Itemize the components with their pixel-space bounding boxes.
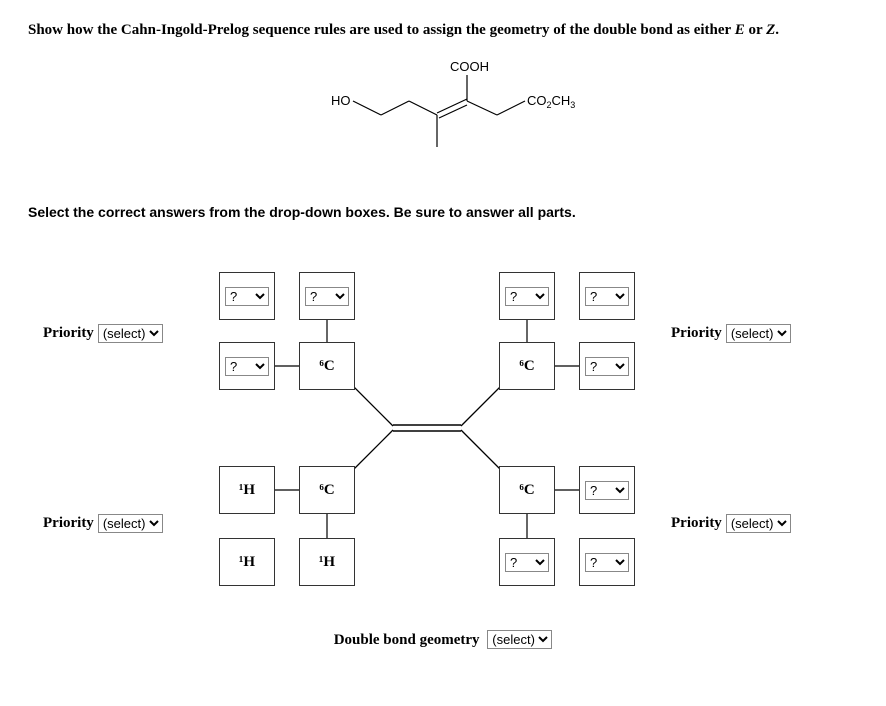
- select-br-lower[interactable]: ?: [505, 553, 549, 572]
- geometry-row: Double bond geometry (select): [28, 630, 858, 649]
- geometry-label: Double bond geometry: [334, 632, 480, 648]
- select-br-lower-right[interactable]: ?: [585, 553, 629, 572]
- carbon-box-br: ⁶C: [499, 466, 555, 514]
- h-box-bl-side: ¹H: [219, 466, 275, 514]
- z-label: Z: [766, 22, 775, 38]
- priority-label-tl: Priority: [43, 325, 94, 342]
- priority-label-bl: Priority: [43, 515, 94, 532]
- select-br-side[interactable]: ?: [585, 481, 629, 500]
- dropdown-box-br-lower[interactable]: ?: [499, 538, 555, 586]
- priority-top-left: Priority (select): [43, 324, 163, 343]
- carbon-box-tr: ⁶C: [499, 342, 555, 390]
- dropdown-box-tr-side[interactable]: ?: [579, 342, 635, 390]
- e-label: E: [735, 22, 745, 38]
- or-text: or: [745, 22, 766, 38]
- molecule-structure: COOH HO CO2CH3: [28, 59, 858, 174]
- carbon-box-tl: ⁶C: [299, 342, 355, 390]
- priority-select-tr[interactable]: (select): [726, 324, 791, 343]
- select-tr-upper-right[interactable]: ?: [585, 287, 629, 306]
- geometry-select[interactable]: (select): [487, 630, 552, 649]
- priority-select-tl[interactable]: (select): [98, 324, 163, 343]
- dropdown-box-tr-upper[interactable]: ?: [499, 272, 555, 320]
- select-tr-upper[interactable]: ?: [505, 287, 549, 306]
- period: .: [775, 22, 779, 38]
- priority-top-right: Priority (select): [671, 324, 791, 343]
- dropdown-box-br-lower-right[interactable]: ?: [579, 538, 635, 586]
- priority-bottom-right: Priority (select): [671, 514, 791, 533]
- h-box-bl-lower-left: ¹H: [219, 538, 275, 586]
- instruction-text: Select the correct answers from the drop…: [28, 204, 858, 220]
- priority-label-tr: Priority: [671, 325, 722, 342]
- label-cooh: COOH: [450, 59, 489, 74]
- select-tl-upper[interactable]: ?: [305, 287, 349, 306]
- question-text: Show how the Cahn-Ingold-Prelog sequence…: [28, 20, 858, 41]
- select-tl-side[interactable]: ?: [225, 357, 269, 376]
- dropdown-box-tl-upper-left[interactable]: ?: [219, 272, 275, 320]
- label-ho: HO: [331, 93, 351, 108]
- question-prefix: Show how the Cahn-Ingold-Prelog sequence…: [28, 22, 735, 38]
- bond-lines: [43, 250, 843, 610]
- priority-select-br[interactable]: (select): [726, 514, 791, 533]
- dropdown-box-tl-side[interactable]: ?: [219, 342, 275, 390]
- dropdown-box-tr-upper-right[interactable]: ?: [579, 272, 635, 320]
- select-tr-side[interactable]: ?: [585, 357, 629, 376]
- label-co2ch3: CO2CH3: [527, 93, 575, 110]
- priority-label-br: Priority: [671, 515, 722, 532]
- priority-select-bl[interactable]: (select): [98, 514, 163, 533]
- diagram-area: ? ? ? ? ? ⁶C ⁶C ? ¹H ⁶C ⁶C ? ¹H ¹H ? ? P…: [43, 250, 843, 610]
- priority-bottom-left: Priority (select): [43, 514, 163, 533]
- carbon-box-bl: ⁶C: [299, 466, 355, 514]
- dropdown-box-tl-upper[interactable]: ?: [299, 272, 355, 320]
- dropdown-box-br-side[interactable]: ?: [579, 466, 635, 514]
- h-box-bl-lower: ¹H: [299, 538, 355, 586]
- select-tl-upper-left[interactable]: ?: [225, 287, 269, 306]
